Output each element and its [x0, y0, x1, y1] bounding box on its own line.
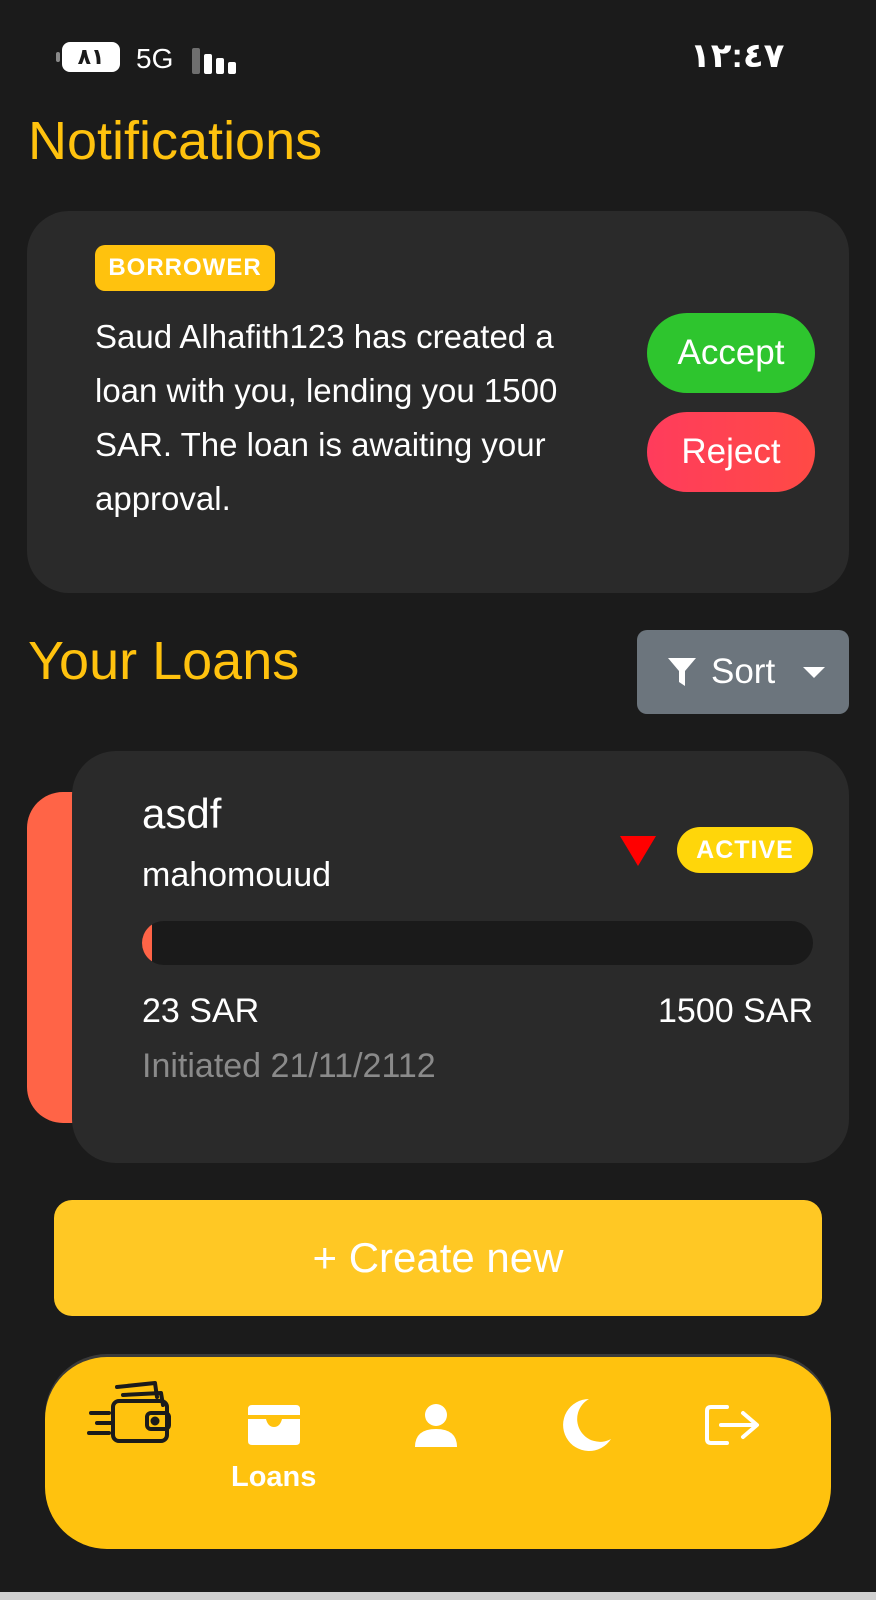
your-loans-heading: Your Loans: [28, 631, 300, 691]
notifications-heading: Notifications: [28, 111, 323, 171]
create-new-button[interactable]: + Create new: [54, 1200, 822, 1316]
network-type: 5G: [136, 43, 174, 74]
battery-indicator: ٨١: [56, 42, 120, 72]
logout-icon: [705, 1405, 759, 1445]
user-icon: [415, 1404, 457, 1447]
status-badge: ACTIVE: [677, 827, 813, 873]
loan-name: asdf: [142, 790, 222, 837]
nav-home[interactable]: [87, 1379, 175, 1449]
clock: ١٢:٤٧: [690, 37, 785, 75]
reject-button[interactable]: Reject: [647, 412, 815, 492]
bottom-nav: Loans: [45, 1357, 831, 1549]
amount-total: 1500 SAR: [658, 992, 813, 1030]
amount-paid: 23 SAR: [142, 992, 260, 1030]
notification-message: Saud Alhafith123 has created a loan with…: [95, 318, 558, 517]
status-bar: ٨١ 5G ١٢:٤٧: [0, 0, 876, 110]
nav-loans[interactable]: Loans: [231, 1403, 316, 1494]
sort-label: Sort: [711, 652, 776, 691]
wallet-icon: [247, 1405, 300, 1445]
nav-loans-label: Loans: [231, 1461, 317, 1493]
down-triangle-icon: [620, 836, 656, 866]
nav-theme-toggle[interactable]: [559, 1397, 613, 1453]
loan-user: mahomouud: [142, 856, 332, 894]
home-indicator: [0, 1592, 876, 1600]
moon-icon: [563, 1399, 611, 1451]
loan-progress-bar: [142, 921, 813, 965]
wallet-cash-icon: [87, 1381, 171, 1443]
role-badge: BORROWER: [95, 245, 275, 291]
initiated-date: Initiated 21/11/2112: [142, 1047, 436, 1085]
nav-profile[interactable]: [413, 1403, 459, 1447]
signal-icon: [192, 44, 238, 74]
accept-button[interactable]: Accept: [647, 313, 815, 393]
filter-icon: [668, 658, 696, 686]
chevron-down-icon: [803, 666, 826, 678]
nav-logout[interactable]: [705, 1403, 761, 1447]
sort-button[interactable]: Sort: [637, 630, 849, 714]
